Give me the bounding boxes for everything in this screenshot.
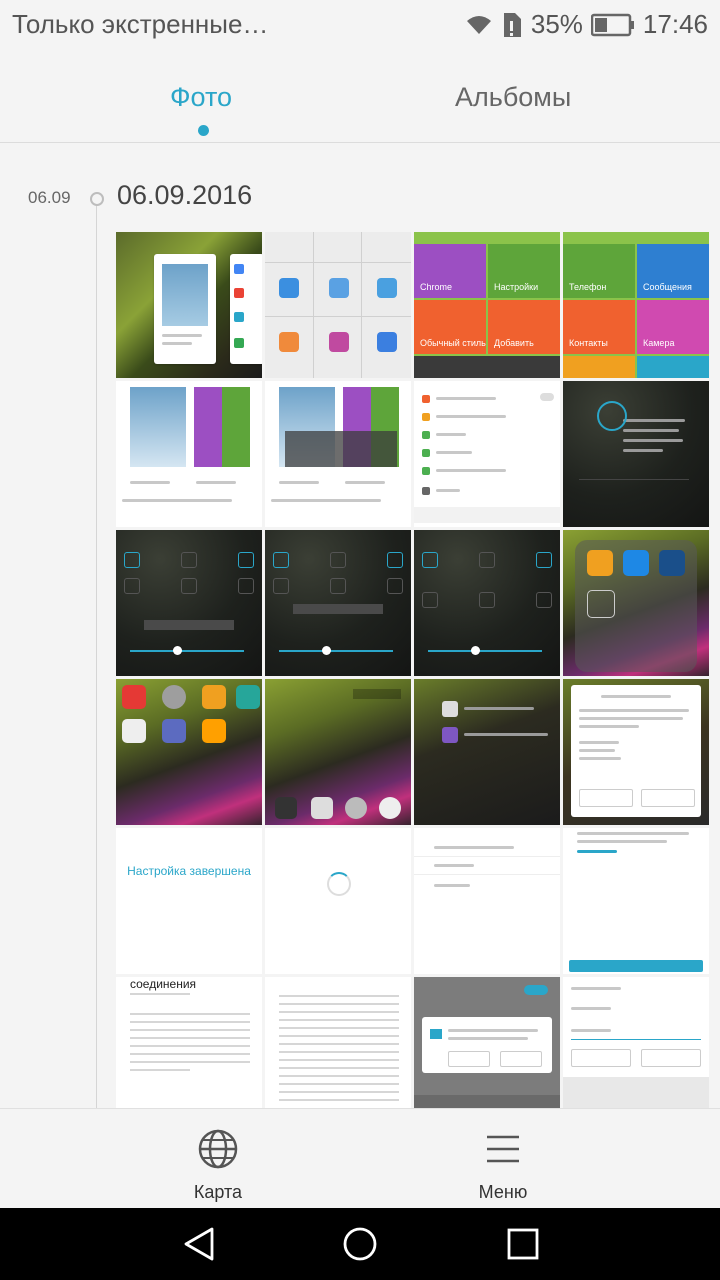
photo-thumbnail[interactable] bbox=[414, 530, 560, 676]
photo-thumbnail[interactable] bbox=[414, 679, 560, 825]
thumb-preview-image bbox=[162, 264, 208, 326]
map-label: Карта bbox=[193, 1182, 243, 1202]
tile-label: Телефон bbox=[569, 282, 607, 292]
tab-photo[interactable]: Фото bbox=[170, 82, 232, 113]
status-icons: 35% 17:46 bbox=[465, 9, 708, 40]
photo-thumbnail[interactable] bbox=[265, 977, 411, 1108]
hamburger-menu-icon bbox=[423, 1127, 583, 1176]
tile-label: Chrome bbox=[420, 282, 453, 292]
thumb-preview-image bbox=[194, 387, 250, 467]
status-bar: Только экстренные… 35% 17:46 bbox=[0, 0, 720, 50]
tile-chrome: Chrome bbox=[414, 244, 486, 298]
app-icon bbox=[279, 278, 299, 298]
photo-thumbnail[interactable] bbox=[563, 679, 709, 825]
status-carrier-text: Только экстренные… bbox=[12, 9, 269, 39]
tile-add: Добавить bbox=[488, 300, 560, 354]
timeline-line bbox=[96, 205, 97, 1110]
photo-grid: Chrome Настройки Обычный стиль Добавить … bbox=[116, 232, 710, 1108]
tile-label: Обычный стиль bbox=[420, 338, 486, 348]
tile-contacts: Контакты bbox=[563, 300, 635, 354]
tile-label: Сообщения bbox=[643, 282, 692, 292]
photo-thumbnail[interactable]: Телефон Сообщения Контакты Камера bbox=[563, 232, 709, 378]
photo-thumbnail[interactable] bbox=[414, 977, 560, 1108]
menu-button[interactable]: Меню bbox=[423, 1127, 583, 1203]
photo-thumbnail[interactable]: Chrome Настройки Обычный стиль Добавить bbox=[414, 232, 560, 378]
photo-thumbnail[interactable] bbox=[265, 232, 411, 378]
photo-thumbnail[interactable] bbox=[116, 679, 262, 825]
photo-thumbnail[interactable] bbox=[265, 530, 411, 676]
wifi-icon bbox=[465, 14, 493, 36]
photo-thumbnail[interactable]: соединения bbox=[116, 977, 262, 1108]
tab-bar: Фото Альбомы bbox=[0, 50, 720, 142]
timeline-node bbox=[90, 192, 104, 206]
tile-style: Обычный стиль bbox=[414, 300, 486, 354]
photo-thumbnail[interactable] bbox=[563, 977, 709, 1108]
photo-thumbnail[interactable] bbox=[563, 530, 709, 676]
thumb-overlay bbox=[285, 431, 397, 467]
timeline-date-short: 06.09 bbox=[28, 188, 71, 207]
app-icon bbox=[329, 332, 349, 352]
tabs-divider bbox=[0, 142, 720, 143]
status-time: 17:46 bbox=[642, 9, 708, 39]
active-tab-indicator bbox=[198, 125, 209, 136]
thumb-screen-preview bbox=[154, 254, 216, 364]
tab-albums[interactable]: Альбомы bbox=[455, 82, 571, 113]
app-icon bbox=[329, 278, 349, 298]
photo-thumbnail[interactable] bbox=[116, 232, 262, 378]
folder-popup bbox=[575, 540, 697, 672]
bottom-nav: Карта Меню bbox=[0, 1108, 720, 1209]
battery-icon bbox=[590, 13, 635, 37]
tile-messages: Сообщения bbox=[637, 244, 709, 298]
photo-thumbnail[interactable]: Настройка завершена bbox=[116, 828, 262, 974]
timeline-date-header: 06.09.2016 bbox=[117, 180, 253, 210]
system-nav-bar bbox=[0, 1208, 720, 1280]
photo-thumbnail[interactable] bbox=[414, 828, 560, 974]
thumb-screen-preview bbox=[230, 254, 262, 364]
app-icon bbox=[279, 332, 299, 352]
app-icon bbox=[377, 332, 397, 352]
photo-thumbnail[interactable] bbox=[265, 679, 411, 825]
photo-thumbnail[interactable] bbox=[265, 828, 411, 974]
battery-percent: 35% bbox=[530, 9, 583, 39]
photo-thumbnail[interactable] bbox=[116, 530, 262, 676]
dialog-preview bbox=[571, 685, 701, 817]
loading-spinner bbox=[327, 872, 351, 896]
home-icon[interactable] bbox=[340, 1224, 380, 1269]
photo-thumbnail[interactable] bbox=[563, 381, 709, 527]
photo-thumbnail[interactable] bbox=[116, 381, 262, 527]
setup-complete-text: Настройка завершена bbox=[127, 864, 251, 878]
map-button[interactable]: Карта bbox=[138, 1127, 298, 1203]
tile-label: Камера bbox=[643, 338, 675, 348]
globe-icon bbox=[138, 1127, 298, 1176]
thumb-preview-image bbox=[130, 387, 186, 467]
tile-label: Контакты bbox=[569, 338, 608, 348]
recent-apps-icon[interactable] bbox=[503, 1224, 543, 1269]
tile-settings: Настройки bbox=[488, 244, 560, 298]
photo-thumbnail[interactable] bbox=[563, 828, 709, 974]
sim-icon bbox=[501, 12, 523, 38]
tile-phone: Телефон bbox=[563, 244, 635, 298]
dialog-preview bbox=[422, 1017, 552, 1073]
photo-thumbnail[interactable] bbox=[414, 381, 560, 527]
tile-label: Настройки bbox=[494, 282, 539, 292]
app-icon bbox=[377, 278, 397, 298]
tile-label: Добавить bbox=[494, 338, 534, 348]
back-icon[interactable] bbox=[180, 1224, 220, 1269]
tile-camera: Камера bbox=[637, 300, 709, 354]
doc-heading: соединения bbox=[130, 977, 197, 991]
menu-label: Меню bbox=[478, 1182, 528, 1202]
photo-thumbnail[interactable] bbox=[265, 381, 411, 527]
